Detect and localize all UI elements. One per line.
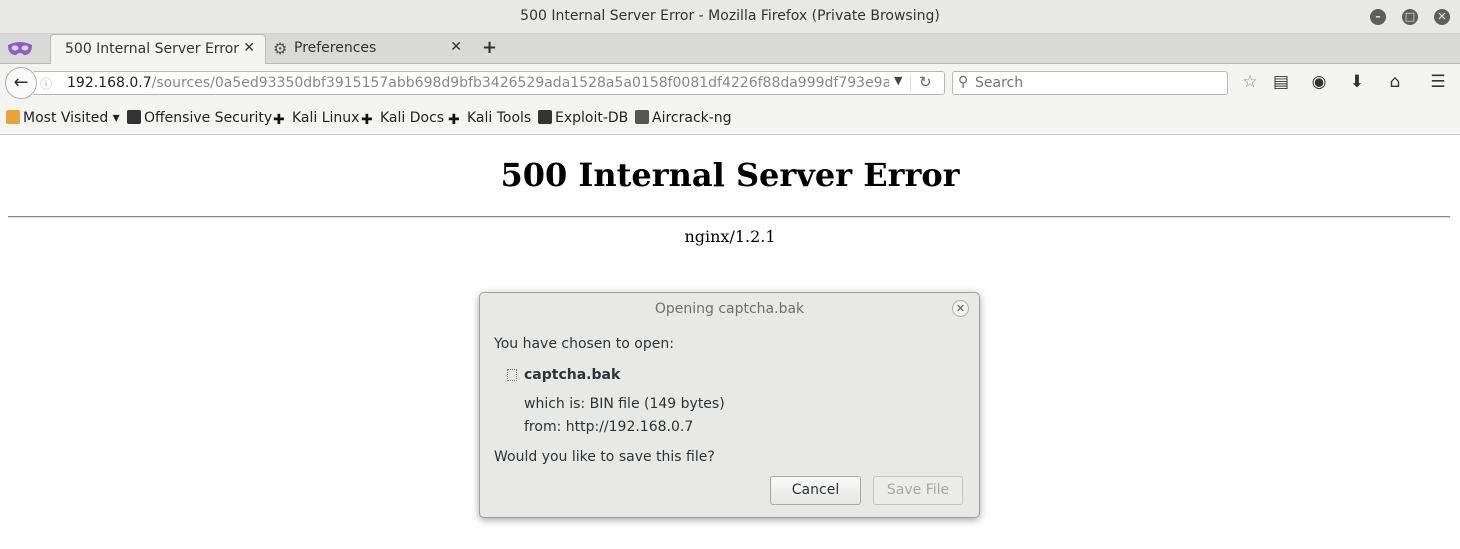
exploitdb-icon [538,110,552,124]
dialog-file-type: which is: BIN file (149 bytes) [524,396,725,412]
bookmark-label: Exploit-DB [555,110,629,126]
tab-label: 500 Internal Server Error [65,41,240,57]
reading-list-icon[interactable]: ▤ [1270,72,1292,92]
bookmark-label: Kali Linux [292,110,360,126]
bookmark-kali-docs[interactable]: ✚ Kali Docs [361,110,444,127]
open-file-dialog: Opening captcha.bak ✕ You have chosen to… [479,292,980,518]
pocket-icon[interactable]: ◉ [1308,72,1330,92]
search-bar[interactable]: ⚲ [952,71,1228,95]
bookmark-star-icon[interactable]: ☆ [1239,72,1261,92]
url-text[interactable]: 192.168.0.7/sources/0a5ed93350dbf3915157… [67,75,889,91]
window-titlebar: 500 Internal Server Error - Mozilla Fire… [0,0,1460,34]
cancel-button[interactable]: Cancel [770,476,861,505]
bookmark-label: Aircrack-ng [652,110,732,126]
url-history-dropdown-icon[interactable]: ▼ [894,74,902,87]
error-heading: 500 Internal Server Error [500,156,960,194]
kali-dragon-icon: ✚ [448,112,460,128]
maximize-button[interactable]: □ [1402,9,1418,25]
bookmark-label: Offensive Security [144,110,273,126]
bookmark-exploit-db[interactable]: Exploit-DB [538,110,628,126]
navigation-toolbar: ⓘ 192.168.0.7/sources/0a5ed93350dbf39151… [0,64,1460,102]
kali-dragon-icon: ✚ [361,112,373,128]
dialog-file-source: from: http://192.168.0.7 [524,419,694,435]
back-arrow-icon: ← [13,72,29,93]
new-tab-button[interactable]: + [482,37,497,58]
bookmarks-toolbar: Most Visited ▾ Offensive Security ✚ Kali … [0,102,1460,135]
bookmark-kali-tools[interactable]: ✚ Kali Tools [448,110,531,127]
url-separator [910,75,911,91]
folder-icon [6,110,20,124]
reload-icon[interactable]: ↻ [919,73,932,91]
window-title: 500 Internal Server Error - Mozilla Fire… [520,8,940,24]
back-button[interactable]: ← [5,67,37,99]
private-browsing-mask-icon [8,42,32,55]
site-info-icon[interactable]: ⓘ [40,75,52,92]
url-path: /sources/0a5ed93350dbf3915157abb698d9bfb… [151,75,889,91]
tab-preferences[interactable]: ⚙ Preferences ✕ [268,34,472,64]
minimize-button[interactable]: – [1370,9,1386,25]
bookmark-kali-linux[interactable]: ✚ Kali Linux [273,110,359,127]
dialog-title: Opening captcha.bak [654,301,805,317]
bookmark-label: Kali Tools [467,110,532,126]
url-host: 192.168.0.7 [67,75,152,91]
aircrack-icon [635,110,649,124]
hamburger-menu-icon[interactable]: ☰ [1427,72,1449,92]
url-bar[interactable]: ⓘ 192.168.0.7/sources/0a5ed93350dbf39151… [34,71,945,95]
bookmark-label: Kali Docs [380,110,445,126]
bookmark-offensive-security[interactable]: Offensive Security [127,110,272,126]
divider [8,216,1450,218]
offsec-icon [127,110,141,124]
tab-label: Preferences [294,40,377,56]
bookmark-label: Most Visited ▾ [23,110,120,126]
search-input[interactable] [975,74,1220,92]
tab-bar: 500 Internal Server Error ✕ ⚙ Preference… [0,34,1460,64]
dialog-filename: captcha.bak [524,367,621,383]
kali-dragon-icon: ✚ [273,112,285,128]
dialog-question: Would you like to save this file? [494,449,715,465]
tab-500-error[interactable]: 500 Internal Server Error ✕ [50,34,266,64]
file-icon [507,369,517,381]
dialog-intro: You have chosen to open: [494,336,674,352]
bookmark-most-visited[interactable]: Most Visited ▾ [6,110,120,126]
home-icon[interactable]: ⌂ [1384,72,1406,92]
server-signature: nginx/1.2.1 [684,227,776,246]
search-icon: ⚲ [958,74,969,90]
dialog-close-icon[interactable]: ✕ [952,300,969,317]
close-tab-icon[interactable]: ✕ [243,40,255,56]
close-tab-icon[interactable]: ✕ [450,39,462,55]
gear-icon: ⚙ [273,39,288,58]
save-file-button[interactable]: Save File [873,476,963,505]
close-window-button[interactable]: ✕ [1434,9,1450,25]
downloads-icon[interactable]: ⬇ [1346,72,1368,92]
bookmark-aircrack-ng[interactable]: Aircrack-ng [635,110,732,126]
